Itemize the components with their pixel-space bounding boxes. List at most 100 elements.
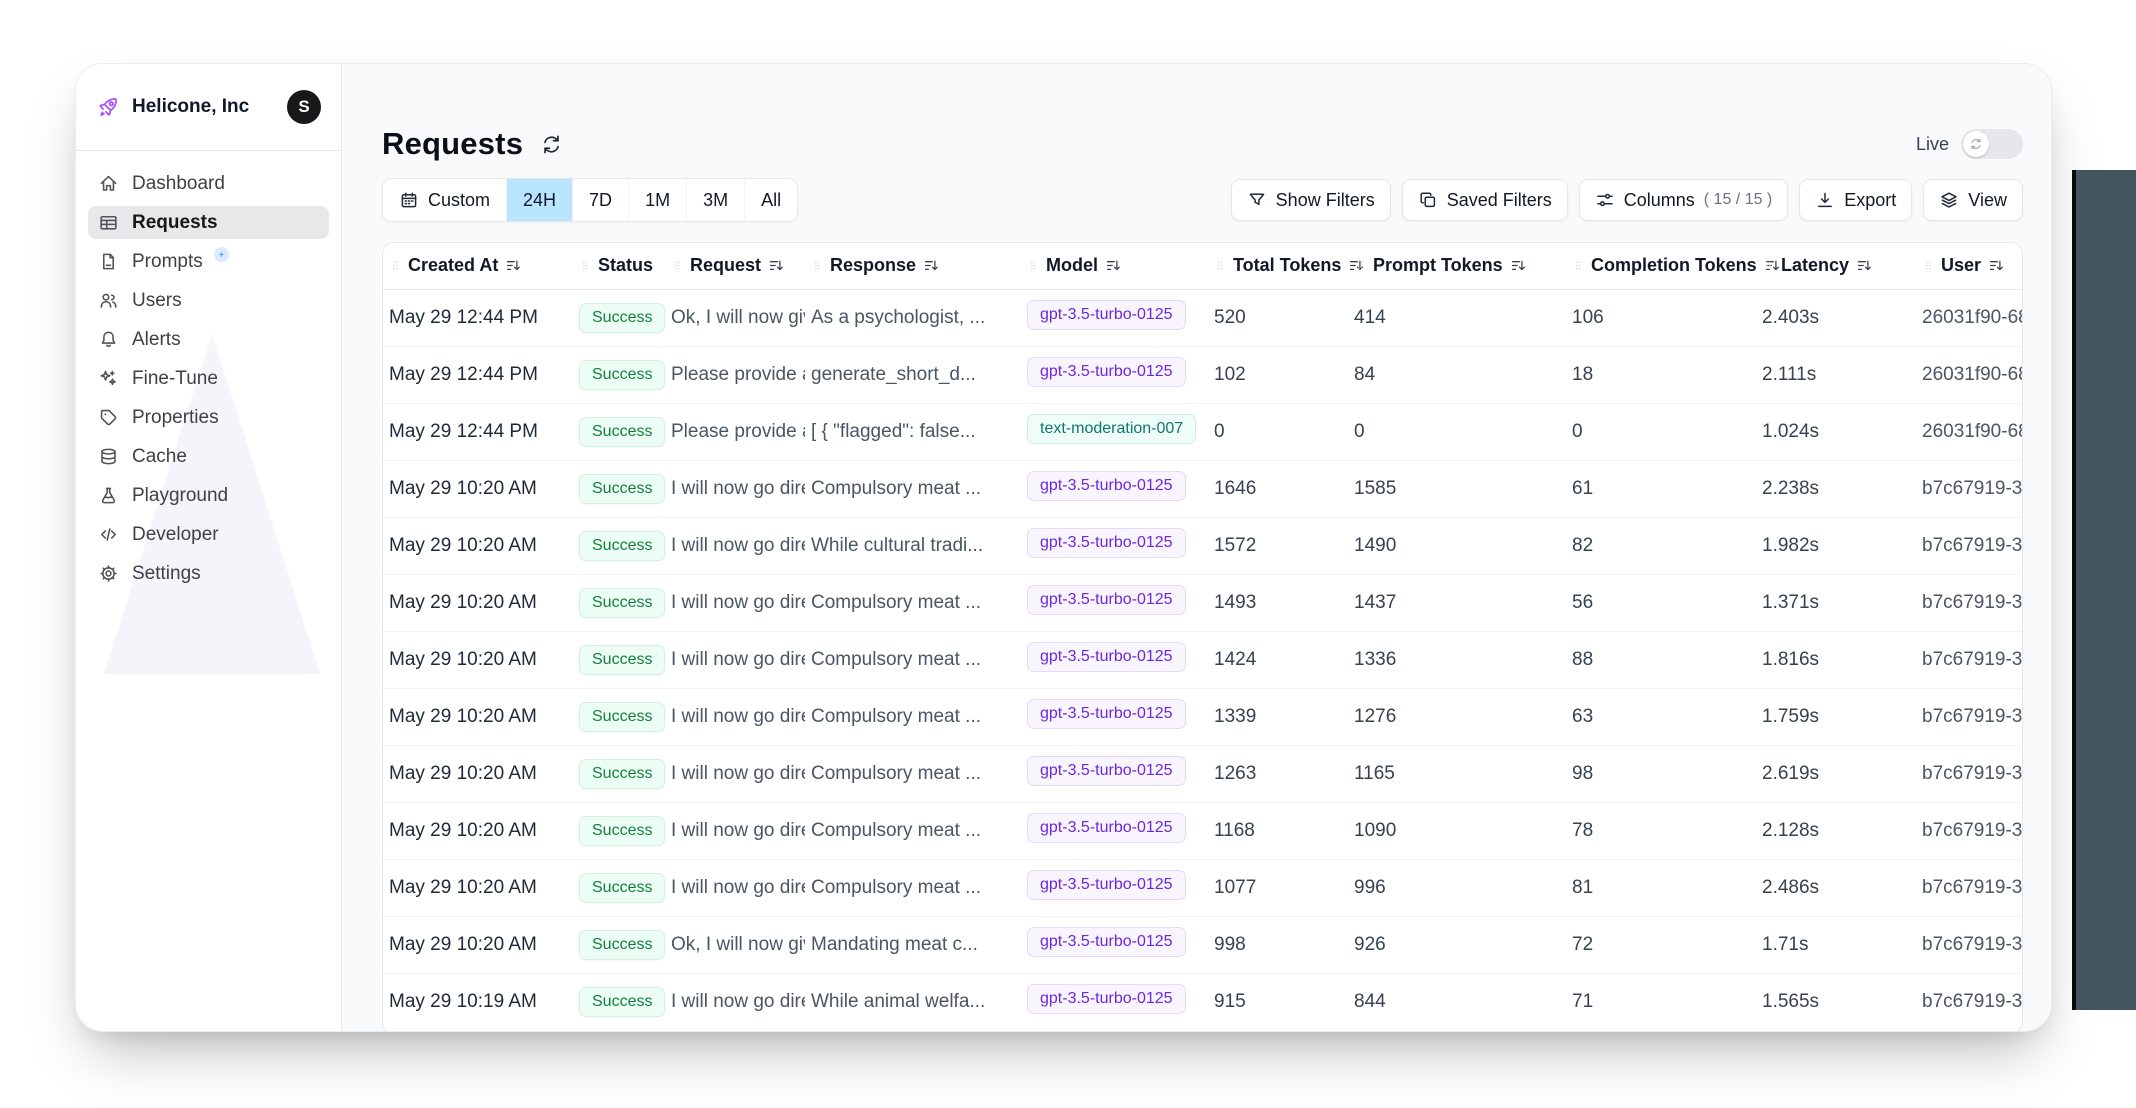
sidebar-item[interactable]: Properties <box>88 401 329 434</box>
request-row[interactable]: May 29 10:20 AM Success I will now go di… <box>383 859 2023 916</box>
sort-icon[interactable] <box>1105 257 1122 274</box>
request-cell: I will now go direct... <box>665 460 805 517</box>
total-tokens-cell: 1424 <box>1208 631 1348 688</box>
avatar[interactable]: S <box>287 90 321 124</box>
total-tokens-cell: 998 <box>1208 916 1348 973</box>
drag-handle-icon[interactable] <box>579 258 591 273</box>
requests-table-card: Created At Status <box>382 242 2023 1031</box>
toggle-knob <box>1963 131 1989 157</box>
column-header[interactable]: Total Tokens <box>1208 243 1348 289</box>
request-cell: I will now go direct... <box>665 688 805 745</box>
latency-cell: 1.565s <box>1756 973 1916 1030</box>
sidebar-item[interactable]: Fine-Tune <box>88 362 329 395</box>
column-header[interactable]: Model <box>1021 243 1208 289</box>
drag-handle-icon[interactable] <box>671 258 683 273</box>
toolbar-button[interactable]: View <box>1923 179 2023 221</box>
live-toggle[interactable] <box>1961 129 2023 159</box>
user-cell: b7c67919-35 <box>1916 745 2023 802</box>
prompt-tokens-cell: 1276 <box>1348 688 1566 745</box>
column-header[interactable]: Response <box>805 243 1021 289</box>
sidebar-item[interactable]: Requests <box>88 206 329 239</box>
request-row[interactable]: May 29 10:20 AM Success I will now go di… <box>383 802 2023 859</box>
toolbar-button[interactable]: Saved Filters <box>1402 179 1568 221</box>
column-header[interactable]: Request <box>665 243 805 289</box>
sidebar-item[interactable]: Developer <box>88 518 329 551</box>
user-cell: 26031f90-68 <box>1916 289 2023 346</box>
column-header[interactable]: Completion Tokens <box>1566 243 1756 289</box>
status-badge: Success <box>579 759 665 789</box>
latency-cell: 2.111s <box>1756 346 1916 403</box>
sort-icon[interactable] <box>1856 257 1873 274</box>
column-header[interactable]: Created At <box>383 243 573 289</box>
toolbar-button-icon <box>1595 190 1615 210</box>
drag-handle-icon[interactable] <box>1572 258 1584 273</box>
sidebar-item[interactable]: Dashboard <box>88 167 329 200</box>
sort-icon[interactable] <box>1988 257 2005 274</box>
time-range-option[interactable]: 1M <box>628 179 686 221</box>
drag-handle-icon[interactable] <box>389 258 401 273</box>
status-cell: Success <box>573 688 665 745</box>
sort-icon[interactable] <box>768 257 785 274</box>
time-range-option[interactable]: All <box>744 179 797 221</box>
toolbar-button[interactable]: Export <box>1799 179 1912 221</box>
drag-handle-icon[interactable] <box>1027 258 1039 273</box>
column-header[interactable]: Status <box>573 243 665 289</box>
model-cell: gpt-3.5-turbo-0125 <box>1021 916 1208 973</box>
drag-handle-icon[interactable] <box>1922 258 1934 273</box>
org-header[interactable]: Helicone, Inc S <box>76 64 341 151</box>
sidebar-item[interactable]: Playground <box>88 479 329 512</box>
request-row[interactable]: May 29 10:20 AM Success I will now go di… <box>383 631 2023 688</box>
user-cell: b7c67919-35 <box>1916 859 2023 916</box>
sort-icon[interactable] <box>1510 257 1527 274</box>
sidebar-item[interactable]: Alerts <box>88 323 329 356</box>
request-row[interactable]: May 29 10:20 AM Success Ok, I will now g… <box>383 916 2023 973</box>
model-cell: gpt-3.5-turbo-0125 <box>1021 574 1208 631</box>
request-row[interactable]: May 29 10:20 AM Success I will now go di… <box>383 460 2023 517</box>
toolbar-button[interactable]: Columns ( 15 / 15 ) <box>1579 179 1789 221</box>
drag-handle-icon[interactable] <box>1762 258 1774 273</box>
time-range-option[interactable]: 24H <box>506 179 572 221</box>
column-header-label: Completion Tokens <box>1591 255 1757 276</box>
toolbar-button[interactable]: Show Filters <box>1231 179 1391 221</box>
request-row[interactable]: May 29 10:20 AM Success I will now go di… <box>383 688 2023 745</box>
sidebar-item-label: Cache <box>132 446 187 468</box>
completion-tokens-cell: 72 <box>1566 916 1756 973</box>
time-range-option[interactable]: 3M <box>686 179 744 221</box>
completion-tokens-cell: 78 <box>1566 802 1756 859</box>
completion-tokens-cell: 63 <box>1566 688 1756 745</box>
request-row[interactable]: May 29 12:44 PM Success Please provide a… <box>383 403 2023 460</box>
sidebar-item[interactable]: Cache <box>88 440 329 473</box>
request-row[interactable]: May 29 10:20 AM Success I will now go di… <box>383 517 2023 574</box>
request-row[interactable]: May 29 12:44 PM Success Please provide a… <box>383 346 2023 403</box>
sidebar-item[interactable]: Prompts <box>88 245 329 278</box>
request-cell: I will now go direct... <box>665 631 805 688</box>
status-cell: Success <box>573 973 665 1030</box>
user-cell: b7c67919-35 <box>1916 631 2023 688</box>
total-tokens-cell: 1339 <box>1208 688 1348 745</box>
prompt-tokens-cell: 0 <box>1348 403 1566 460</box>
column-header[interactable]: User <box>1916 243 2023 289</box>
sort-icon[interactable] <box>505 257 522 274</box>
request-cell: I will now go direct... <box>665 574 805 631</box>
drag-handle-icon[interactable] <box>1214 258 1226 273</box>
sidebar-item[interactable]: Settings <box>88 557 329 590</box>
table-toolbar: Show Filters Saved Filters Columns <box>1231 179 2023 221</box>
status-cell: Success <box>573 403 665 460</box>
time-range-option-label: All <box>761 190 781 211</box>
request-row[interactable]: May 29 10:20 AM Success I will now go di… <box>383 574 2023 631</box>
time-range-option[interactable]: 7D <box>572 179 628 221</box>
request-row[interactable]: May 29 12:44 PM Success Ok, I will now g… <box>383 289 2023 346</box>
drag-handle-icon[interactable] <box>811 258 823 273</box>
model-badge: gpt-3.5-turbo-0125 <box>1027 585 1186 615</box>
time-range-option[interactable]: Custom <box>383 179 506 221</box>
model-badge: gpt-3.5-turbo-0125 <box>1027 870 1186 900</box>
created-at-cell: May 29 10:20 AM <box>383 802 573 859</box>
request-row[interactable]: May 29 10:20 AM Success I will now go di… <box>383 745 2023 802</box>
request-cell: I will now go direct... <box>665 859 805 916</box>
column-header[interactable]: Prompt Tokens <box>1348 243 1566 289</box>
drag-handle-icon[interactable] <box>1354 258 1366 273</box>
sort-icon[interactable] <box>923 257 940 274</box>
refresh-button[interactable] <box>540 133 563 156</box>
sidebar-item[interactable]: Users <box>88 284 329 317</box>
request-row[interactable]: May 29 10:19 AM Success I will now go di… <box>383 973 2023 1030</box>
